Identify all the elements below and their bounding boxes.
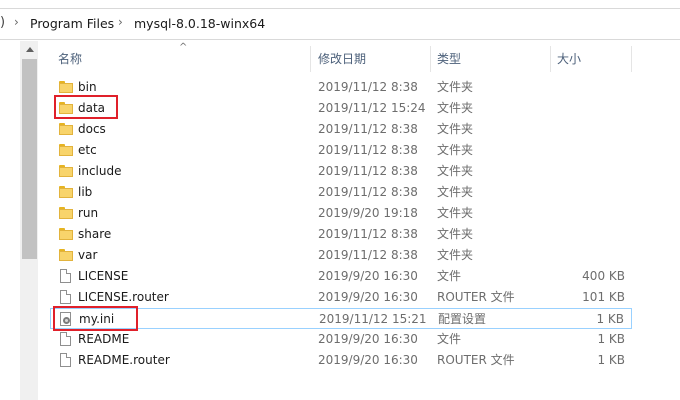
file-icon xyxy=(60,353,71,367)
file-size: 1 KB xyxy=(596,312,624,326)
nav-scrollbar-thumb[interactable] xyxy=(22,59,37,259)
file-row[interactable]: bin 2019/11/12 8:38 文件夹 xyxy=(50,77,632,98)
column-header-date[interactable]: 修改日期 xyxy=(318,46,430,70)
breadcrumb-mysql-folder[interactable]: mysql-8.0.18-winx64 xyxy=(134,16,265,31)
column-header-size[interactable]: 大小 xyxy=(557,46,629,70)
file-row[interactable]: var 2019/11/12 8:38 文件夹 xyxy=(50,245,632,266)
file-date: 2019/11/12 8:38 xyxy=(318,227,418,241)
file-date: 2019/9/20 16:30 xyxy=(318,269,418,283)
file-name: share xyxy=(78,227,112,241)
file-icon xyxy=(60,290,71,304)
file-type: ROUTER 文件 xyxy=(437,353,515,367)
scroll-up-arrow-icon[interactable] xyxy=(21,41,38,58)
folder-icon xyxy=(59,165,73,177)
file-type: 文件夹 xyxy=(437,122,474,136)
folder-icon xyxy=(59,144,73,156)
file-date: 2019/11/12 8:38 xyxy=(318,164,418,178)
file-name: LICENSE xyxy=(78,269,129,283)
file-type: 文件夹 xyxy=(437,101,474,115)
file-row[interactable]: share 2019/11/12 8:38 文件夹 xyxy=(50,224,632,245)
file-date: 2019/9/20 16:30 xyxy=(318,353,418,367)
column-header-type[interactable]: 类型 xyxy=(437,46,547,70)
file-icon xyxy=(60,332,71,346)
file-row[interactable]: etc 2019/11/12 8:38 文件夹 xyxy=(50,140,632,161)
file-type: 文件 xyxy=(437,332,462,346)
file-date: 2019/9/20 19:18 xyxy=(318,206,418,220)
file-row[interactable]: LICENSE 2019/9/20 16:30 文件 400 KB xyxy=(50,266,632,287)
file-date: 2019/9/20 16:30 xyxy=(318,290,418,304)
address-edge: ) xyxy=(0,15,6,30)
file-icon xyxy=(60,269,71,283)
file-name: docs xyxy=(78,122,106,136)
column-divider[interactable] xyxy=(550,46,551,72)
file-date: 2019/11/12 8:38 xyxy=(318,248,418,262)
file-row[interactable]: LICENSE.router 2019/9/20 16:30 ROUTER 文件… xyxy=(50,287,632,308)
highlight-box-my-ini xyxy=(53,306,138,331)
folder-icon xyxy=(59,228,73,240)
file-name: README xyxy=(78,332,130,346)
file-name: LICENSE.router xyxy=(78,290,169,304)
file-date: 2019/11/12 8:38 xyxy=(318,122,418,136)
file-row[interactable]: data 2019/11/12 15:24 文件夹 xyxy=(50,98,632,119)
file-date: 2019/11/12 8:38 xyxy=(318,143,418,157)
file-date: 2019/11/12 15:24 xyxy=(318,101,426,115)
file-type: 文件夹 xyxy=(437,248,474,262)
folder-icon xyxy=(59,186,73,198)
folder-icon xyxy=(59,249,73,261)
breadcrumb-program-files[interactable]: Program Files xyxy=(30,16,114,31)
file-row[interactable]: README.router 2019/9/20 16:30 ROUTER 文件 … xyxy=(50,350,632,371)
file-name: var xyxy=(78,248,98,262)
column-divider[interactable] xyxy=(310,46,311,72)
file-size: 1 KB xyxy=(597,353,625,367)
file-size: 101 KB xyxy=(582,290,625,304)
folder-icon xyxy=(59,81,73,93)
file-row[interactable]: run 2019/9/20 19:18 文件夹 xyxy=(50,203,632,224)
column-header-name[interactable]: 名称 xyxy=(58,46,308,70)
file-type: 文件夹 xyxy=(437,227,474,241)
file-type: 配置设置 xyxy=(438,312,487,326)
column-divider[interactable] xyxy=(430,46,431,72)
file-date: 2019/11/12 15:21 xyxy=(319,312,427,326)
folder-icon xyxy=(59,207,73,219)
chevron-right-icon[interactable]: › xyxy=(14,15,19,29)
address-bar[interactable]: ) › Program Files › mysql-8.0.18-winx64 xyxy=(0,8,680,40)
file-type: 文件夹 xyxy=(437,164,474,178)
file-size: 400 KB xyxy=(582,269,625,283)
file-name: run xyxy=(78,206,99,220)
file-type: 文件夹 xyxy=(437,143,474,157)
file-date: 2019/11/12 8:38 xyxy=(318,80,418,94)
file-date: 2019/9/20 16:30 xyxy=(318,332,418,346)
file-type: 文件夹 xyxy=(437,185,474,199)
file-date: 2019/11/12 8:38 xyxy=(318,185,418,199)
column-divider[interactable] xyxy=(631,46,632,72)
file-name: include xyxy=(78,164,122,178)
highlight-box-data xyxy=(54,95,118,119)
file-row[interactable]: README 2019/9/20 16:30 文件 1 KB xyxy=(50,329,632,350)
file-name: README.router xyxy=(78,353,170,367)
file-name: etc xyxy=(78,143,97,157)
file-size: 1 KB xyxy=(597,332,625,346)
file-type: 文件 xyxy=(437,269,462,283)
file-row[interactable]: docs 2019/11/12 8:38 文件夹 xyxy=(50,119,632,140)
folder-icon xyxy=(59,123,73,135)
chevron-right-icon[interactable]: › xyxy=(118,15,123,29)
file-row[interactable]: lib 2019/11/12 8:38 文件夹 xyxy=(50,182,632,203)
file-type: 文件夹 xyxy=(437,206,474,220)
file-row[interactable]: include 2019/11/12 8:38 文件夹 xyxy=(50,161,632,182)
navigation-pane[interactable] xyxy=(0,41,21,400)
file-type: ROUTER 文件 xyxy=(437,290,515,304)
file-name: lib xyxy=(78,185,93,199)
file-type: 文件夹 xyxy=(437,80,474,94)
